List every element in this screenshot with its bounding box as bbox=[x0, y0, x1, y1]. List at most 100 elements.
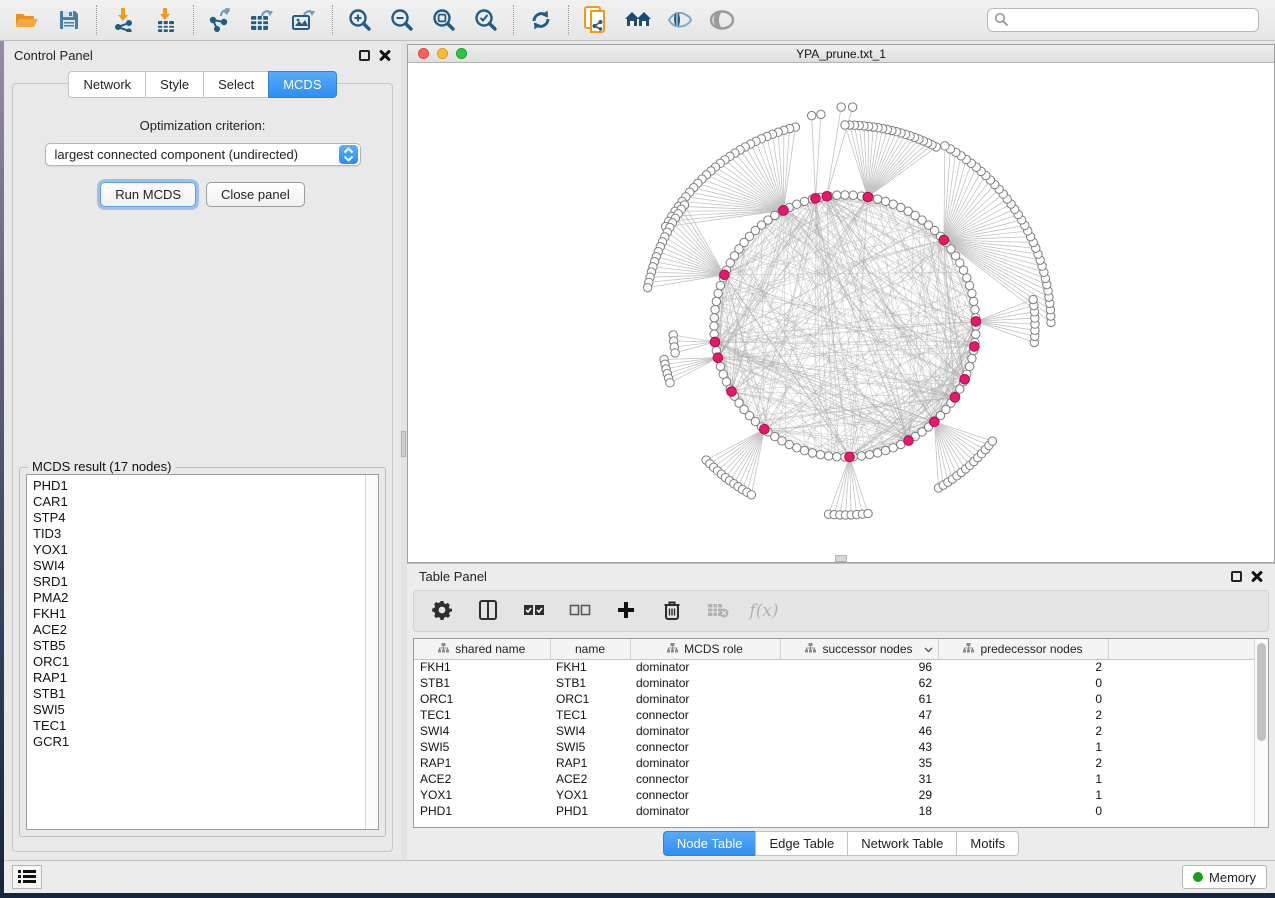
column-header-shared-name[interactable]: shared name bbox=[414, 639, 550, 659]
list-item[interactable]: SWI5 bbox=[33, 702, 378, 718]
list-item[interactable]: PMA2 bbox=[33, 590, 378, 606]
network-window-titlebar[interactable]: YPA_prune.txt_1 bbox=[408, 45, 1274, 63]
tab-network-table[interactable]: Network Table bbox=[847, 831, 956, 856]
status-bar: Memory bbox=[4, 860, 1275, 893]
tab-style[interactable]: Style bbox=[145, 71, 203, 98]
clone-network-button[interactable] bbox=[583, 7, 609, 33]
column-label: name bbox=[575, 642, 605, 656]
export-network-icon bbox=[209, 8, 233, 32]
hierarchy-icon bbox=[963, 642, 974, 656]
search-input[interactable] bbox=[1013, 13, 1252, 27]
list-item[interactable]: SWI4 bbox=[33, 558, 378, 574]
select-all-button[interactable] bbox=[522, 599, 546, 623]
table-row[interactable]: SWI5SWI5connector431 bbox=[414, 739, 1260, 755]
function-builder-button[interactable]: f(x) bbox=[752, 599, 776, 623]
control-panel-tabs: Network Style Select MCDS bbox=[4, 71, 401, 98]
table-row[interactable]: FKH1FKH1dominator962 bbox=[414, 659, 1260, 675]
export-network-button[interactable] bbox=[208, 7, 234, 33]
trash-icon bbox=[663, 600, 681, 623]
show-graphics-details-button[interactable] bbox=[709, 7, 735, 33]
save-session-button[interactable] bbox=[56, 7, 82, 33]
tab-motifs[interactable]: Motifs bbox=[956, 831, 1019, 856]
zoom-fit-button[interactable] bbox=[431, 7, 457, 33]
memory-button[interactable]: Memory bbox=[1182, 865, 1267, 889]
table-row[interactable]: PHD1PHD1dominator180 bbox=[414, 803, 1260, 819]
list-item[interactable]: FKH1 bbox=[33, 606, 378, 622]
close-panel-icon[interactable] bbox=[1251, 570, 1263, 582]
mcds-result-title: MCDS result (17 nodes) bbox=[28, 459, 175, 474]
hierarchy-icon bbox=[805, 642, 816, 656]
table-row[interactable]: STB1STB1dominator620 bbox=[414, 675, 1260, 691]
table-row[interactable]: YOX1YOX1connector291 bbox=[414, 787, 1260, 803]
table-row[interactable]: ORC1ORC1dominator610 bbox=[414, 691, 1260, 707]
table-row[interactable]: SWI4SWI4dominator462 bbox=[414, 723, 1260, 739]
list-item[interactable]: ACE2 bbox=[33, 622, 378, 638]
import-table-button[interactable] bbox=[153, 7, 179, 33]
scrollbar-thumb[interactable] bbox=[1257, 643, 1266, 741]
list-item[interactable]: STB5 bbox=[33, 638, 378, 654]
home-network-button[interactable] bbox=[625, 7, 651, 33]
float-panel-icon[interactable] bbox=[359, 50, 370, 61]
column-header-predecessor-nodes[interactable]: predecessor nodes bbox=[938, 639, 1108, 659]
tab-network[interactable]: Network bbox=[68, 71, 145, 98]
delete-column-button[interactable] bbox=[660, 599, 684, 623]
table-header-row: shared name name MCDS role successor nod… bbox=[414, 639, 1260, 659]
list-item[interactable]: RAP1 bbox=[33, 670, 378, 686]
network-canvas[interactable] bbox=[408, 63, 1274, 562]
add-column-button[interactable] bbox=[614, 599, 638, 623]
list-item[interactable]: TEC1 bbox=[33, 718, 378, 734]
list-item[interactable]: PHD1 bbox=[33, 478, 378, 494]
network-graph[interactable] bbox=[408, 63, 1274, 562]
show-panels-button[interactable] bbox=[12, 865, 42, 889]
table-row[interactable]: TEC1TEC1connector472 bbox=[414, 707, 1260, 723]
import-network-icon bbox=[113, 8, 135, 32]
hierarchy-icon bbox=[438, 642, 449, 656]
zoom-out-button[interactable] bbox=[389, 7, 415, 33]
tab-node-table[interactable]: Node Table bbox=[663, 831, 756, 856]
close-panel-icon[interactable] bbox=[379, 49, 391, 61]
optimization-criterion-select[interactable]: largest connected component (undirected) bbox=[45, 143, 361, 166]
run-mcds-button[interactable]: Run MCDS bbox=[100, 182, 196, 207]
memory-status-icon bbox=[1193, 872, 1203, 882]
table-scrollbar[interactable] bbox=[1254, 639, 1268, 827]
tab-edge-table[interactable]: Edge Table bbox=[755, 831, 847, 856]
close-panel-button[interactable]: Close panel bbox=[206, 182, 305, 207]
export-table-button[interactable] bbox=[250, 7, 276, 33]
list-item[interactable]: SRD1 bbox=[33, 574, 378, 590]
list-item[interactable]: STB1 bbox=[33, 686, 378, 702]
mcds-result-groupbox: MCDS result (17 nodes) PHD1 CAR1 STP4 TI… bbox=[19, 467, 386, 837]
splitter-handle[interactable] bbox=[401, 431, 406, 457]
horizontal-splitter-handle[interactable] bbox=[835, 555, 847, 562]
zoom-selected-button[interactable] bbox=[473, 7, 499, 33]
list-item[interactable]: STP4 bbox=[33, 510, 378, 526]
list-scrollbar[interactable] bbox=[365, 475, 378, 829]
sort-chevron-icon[interactable] bbox=[924, 643, 933, 657]
apply-layout-button[interactable] bbox=[528, 7, 554, 33]
float-panel-icon[interactable] bbox=[1231, 571, 1242, 582]
main-toolbar bbox=[0, 0, 1275, 41]
table-row[interactable]: ACE2ACE2connector311 bbox=[414, 771, 1260, 787]
hide-graphics-details-button[interactable] bbox=[667, 7, 693, 33]
show-graphics-details-icon bbox=[709, 9, 735, 31]
tab-mcds[interactable]: MCDS bbox=[268, 71, 336, 98]
list-item[interactable]: TID3 bbox=[33, 526, 378, 542]
table-row[interactable]: RAP1RAP1dominator352 bbox=[414, 755, 1260, 771]
tab-select[interactable]: Select bbox=[203, 71, 268, 98]
open-file-button[interactable] bbox=[14, 7, 40, 33]
list-item[interactable]: GCR1 bbox=[33, 734, 378, 750]
deselect-all-button[interactable] bbox=[568, 599, 592, 623]
list-item[interactable]: YOX1 bbox=[33, 542, 378, 558]
list-item[interactable]: ORC1 bbox=[33, 654, 378, 670]
split-column-button[interactable] bbox=[476, 599, 500, 623]
list-item[interactable]: CAR1 bbox=[33, 494, 378, 510]
search-field[interactable] bbox=[987, 8, 1259, 32]
column-header-name[interactable]: name bbox=[550, 639, 630, 659]
table-settings-button[interactable] bbox=[430, 599, 454, 623]
mcds-result-list[interactable]: PHD1 CAR1 STP4 TID3 YOX1 SWI4 SRD1 PMA2 … bbox=[26, 474, 379, 830]
delete-table-button[interactable] bbox=[706, 599, 730, 623]
zoom-in-button[interactable] bbox=[347, 7, 373, 33]
export-image-button[interactable] bbox=[292, 7, 318, 33]
column-header-mcds-role[interactable]: MCDS role bbox=[630, 639, 780, 659]
import-network-button[interactable] bbox=[111, 7, 137, 33]
column-header-successor-nodes[interactable]: successor nodes bbox=[780, 639, 938, 659]
